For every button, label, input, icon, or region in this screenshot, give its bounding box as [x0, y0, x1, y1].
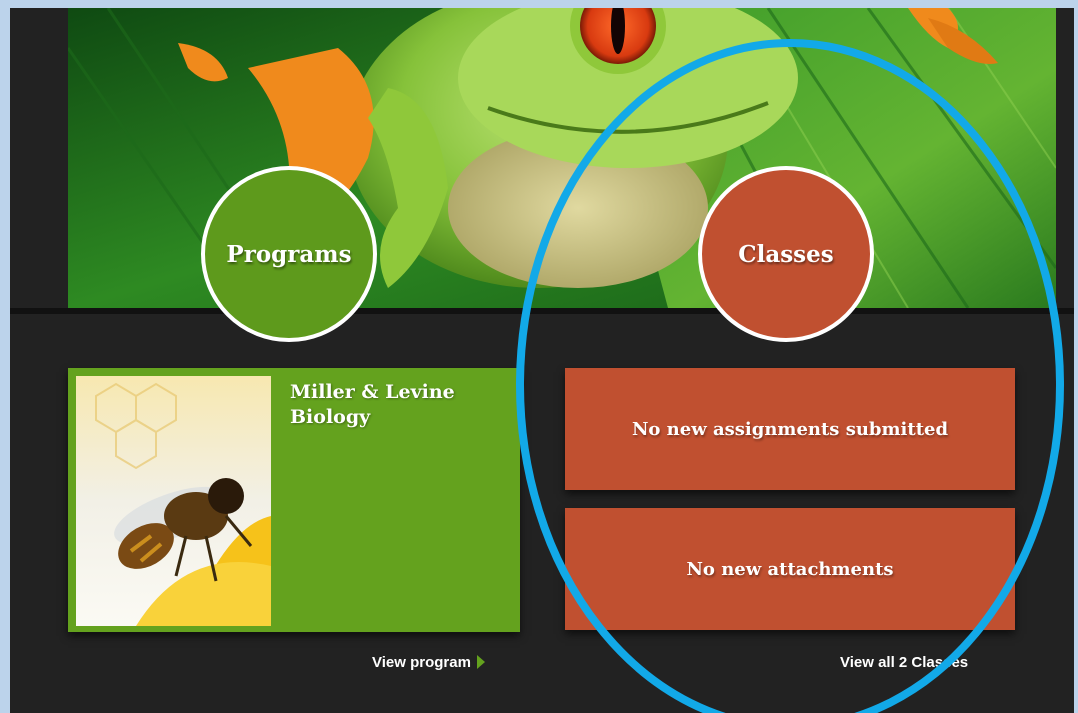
bee-cover-illustration	[76, 376, 271, 626]
programs-label: Programs	[226, 240, 352, 268]
view-all-classes-label: View all 2 Classes	[840, 654, 969, 671]
view-program-label: View program	[372, 654, 471, 671]
attachments-status-box[interactable]: No new attachments	[565, 508, 1015, 630]
programs-button[interactable]: Programs	[201, 166, 377, 342]
assignments-status-text: No new assignments submitted	[631, 418, 949, 440]
triangle-right-icon	[476, 655, 485, 669]
view-program-link[interactable]: View program	[372, 654, 485, 671]
classes-label: Classes	[738, 240, 834, 268]
attachments-status-text: No new attachments	[686, 558, 894, 580]
program-cover-image	[76, 376, 271, 626]
assignments-status-box[interactable]: No new assignments submitted	[565, 368, 1015, 490]
dashboard-frame: Programs Classes Miller & Levine Biology…	[10, 8, 1074, 713]
hero-divider	[10, 308, 1074, 314]
view-all-classes-link[interactable]: View all 2 Classes	[840, 654, 968, 671]
program-title: Miller & Levine Biology	[290, 381, 455, 428]
classes-button[interactable]: Classes	[698, 166, 874, 342]
program-card[interactable]: Miller & Levine Biology	[68, 368, 520, 632]
